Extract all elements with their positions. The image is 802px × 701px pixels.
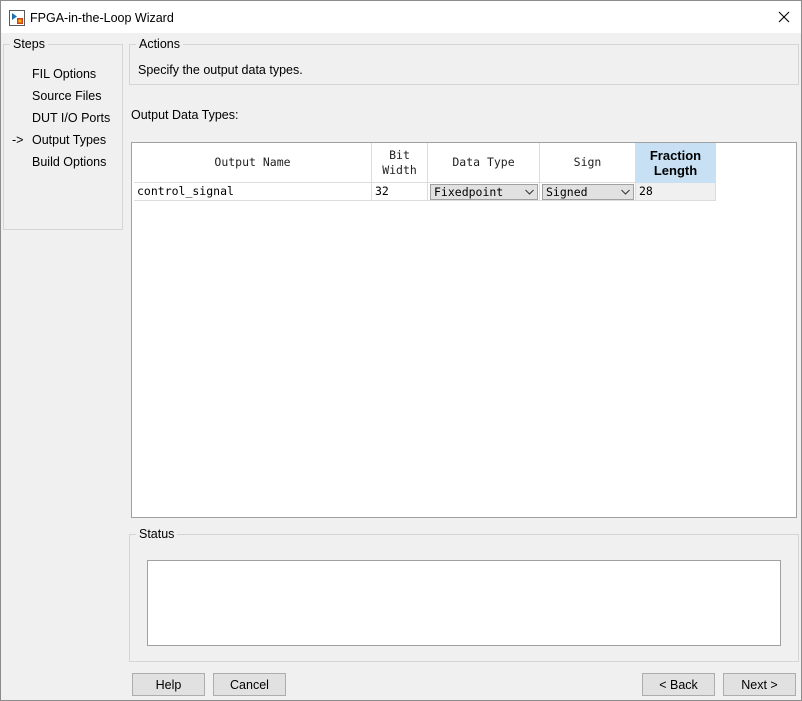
step-fil-options[interactable]: FIL Options <box>4 63 122 85</box>
status-panel: Status <box>129 527 799 662</box>
output-types-table: Output Name Bit Width Data Type Sign Fra… <box>131 142 797 518</box>
step-label: Output Types <box>32 133 107 147</box>
step-dut-io-ports[interactable]: DUT I/O Ports <box>4 107 122 129</box>
column-header-label: Sign <box>573 155 602 169</box>
step-build-options[interactable]: Build Options <box>4 151 122 173</box>
actions-legend: Actions <box>136 37 183 52</box>
step-label: Build Options <box>32 155 107 169</box>
column-header-label: Output Name <box>214 155 291 169</box>
step-source-files[interactable]: Source Files <box>4 85 122 107</box>
window-title: FPGA-in-the-Loop Wizard <box>30 11 174 25</box>
steps-legend: Steps <box>10 37 48 52</box>
column-header-sign[interactable]: Sign <box>540 143 636 183</box>
step-label: Source Files <box>32 89 102 103</box>
step-output-types[interactable]: -> Output Types <box>4 129 122 151</box>
close-icon <box>778 11 790 23</box>
cell-fraction-length[interactable]: 28 <box>636 183 716 201</box>
close-button[interactable] <box>767 1 801 33</box>
column-header-output-name[interactable]: Output Name <box>134 143 372 183</box>
actions-description: Specify the output data types. <box>138 63 303 77</box>
column-header-label: Width <box>382 162 417 177</box>
cancel-button[interactable]: Cancel <box>213 673 286 696</box>
column-header-label: Data Type <box>452 155 515 169</box>
fpga-in-the-loop-wizard-window: FPGA-in-the-Loop Wizard Steps FIL Option… <box>0 0 802 701</box>
sign-dropdown[interactable]: Signed <box>542 184 634 200</box>
column-header-bit-width[interactable]: Bit Width <box>372 143 428 183</box>
step-label: FIL Options <box>32 67 97 81</box>
sign-value: Signed <box>546 185 588 199</box>
data-type-value: Fixedpoint <box>434 185 504 199</box>
cell-bit-width[interactable]: 32 <box>372 183 428 201</box>
status-legend: Status <box>136 527 178 542</box>
cell-output-name: control_signal <box>134 183 372 201</box>
actions-panel: Actions Specify the output data types. <box>129 37 799 85</box>
data-type-dropdown[interactable]: Fixedpoint <box>430 184 538 200</box>
steps-panel: Steps FIL Options Source Files DUT I/O P… <box>3 37 123 230</box>
output-data-types-label: Output Data Types: <box>131 108 239 122</box>
back-button[interactable]: < Back <box>642 673 715 696</box>
column-header-label: Length <box>653 162 698 178</box>
column-header-fraction-length[interactable]: Fraction Length <box>636 143 716 183</box>
steps-list: FIL Options Source Files DUT I/O Ports -… <box>4 63 122 173</box>
chevron-down-icon <box>525 189 534 195</box>
current-step-marker: -> <box>12 133 24 147</box>
chevron-down-icon <box>621 189 630 195</box>
column-header-label: Bit <box>389 147 410 162</box>
next-button[interactable]: Next > <box>723 673 796 696</box>
step-label: DUT I/O Ports <box>32 111 111 125</box>
title-bar: FPGA-in-the-Loop Wizard <box>1 1 801 33</box>
status-text-area <box>147 560 781 646</box>
wizard-body: Steps FIL Options Source Files DUT I/O P… <box>1 33 801 700</box>
fpga-app-icon <box>9 10 25 26</box>
column-header-label: Fraction <box>649 147 702 163</box>
column-header-data-type[interactable]: Data Type <box>428 143 540 183</box>
help-button[interactable]: Help <box>132 673 205 696</box>
